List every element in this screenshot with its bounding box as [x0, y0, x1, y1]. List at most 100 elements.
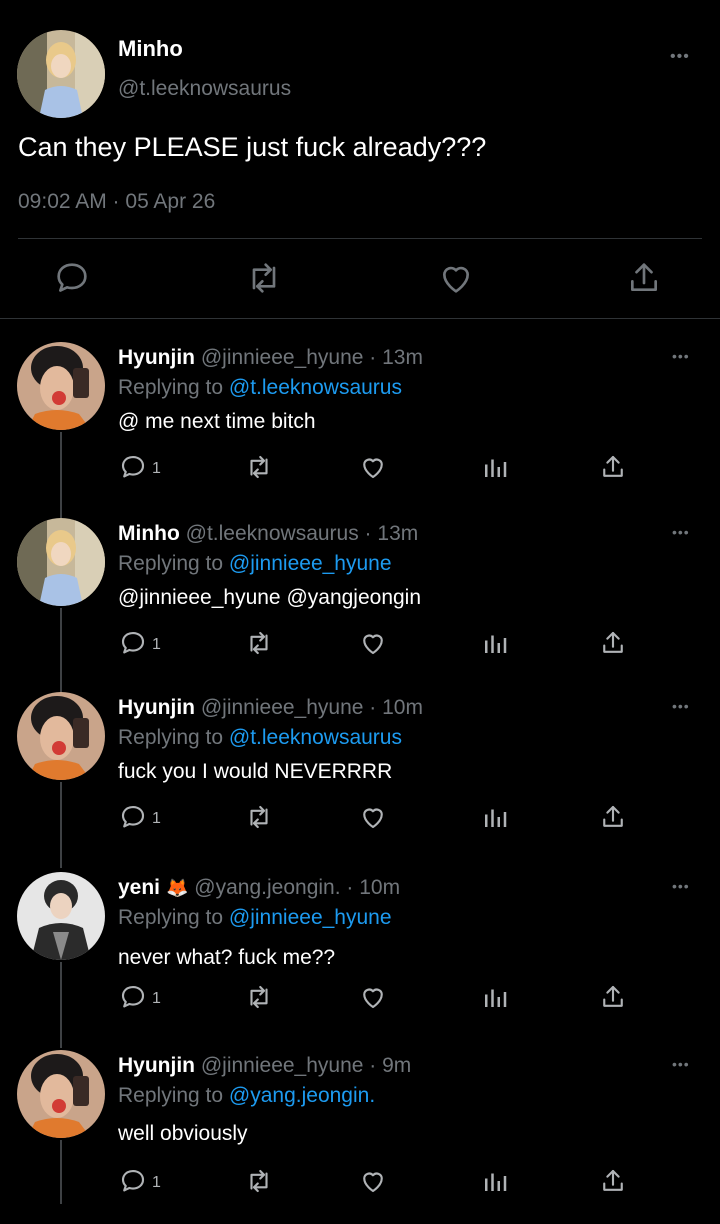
more-icon[interactable]: ••• — [670, 48, 690, 66]
replying-to: Replying to @yang.jeongin. — [118, 1084, 375, 1108]
like-icon[interactable] — [358, 1166, 388, 1196]
reply-count: 1 — [152, 810, 161, 827]
author-name[interactable]: Hyunjin — [118, 696, 195, 719]
reply-text: well obviously — [118, 1122, 248, 1145]
replying-label: Replying to — [118, 552, 229, 575]
analytics-icon[interactable] — [480, 628, 510, 658]
like-icon[interactable] — [358, 802, 388, 832]
tweet-actions: 1 — [0, 452, 720, 486]
author-name[interactable]: Minho — [118, 522, 180, 545]
more-icon[interactable]: ••• — [672, 1056, 690, 1072]
reply-icon[interactable] — [118, 982, 148, 1012]
timestamp[interactable]: 09:02 AM · 05 Apr 26 — [18, 190, 215, 214]
avatar[interactable] — [17, 30, 105, 118]
like-icon[interactable] — [436, 258, 476, 298]
retweet-icon[interactable] — [244, 982, 274, 1012]
reply-icon[interactable] — [52, 258, 92, 298]
list-item[interactable]: Hyunjin @jinnieee_hyune · 9m Replying to… — [0, 1048, 720, 1224]
list-item[interactable]: Hyunjin @jinnieee_hyune · 13m Replying t… — [0, 340, 720, 518]
like-icon[interactable] — [358, 452, 388, 482]
reply-header: Hyunjin @jinnieee_hyune · 9m — [118, 1054, 411, 1078]
analytics-icon[interactable] — [480, 982, 510, 1012]
author-handle[interactable]: @t.leeknowsaurus — [118, 77, 291, 101]
author-meta[interactable]: @t.leeknowsaurus · 13m — [186, 522, 419, 545]
divider — [18, 238, 702, 239]
list-item[interactable]: yeni 🦊 @yang.jeongin. · 10m Replying to @… — [0, 870, 720, 1048]
more-icon[interactable]: ••• — [672, 878, 690, 894]
reply-icon[interactable] — [118, 1166, 148, 1196]
reply-icon[interactable] — [118, 628, 148, 658]
replying-handle[interactable]: @jinnieee_hyune — [229, 552, 392, 575]
share-icon[interactable] — [598, 1166, 628, 1196]
avatar[interactable] — [17, 872, 105, 960]
author-meta[interactable]: @jinnieee_hyune · 9m — [201, 1054, 411, 1077]
reply-header: Minho @t.leeknowsaurus · 13m — [118, 522, 418, 546]
share-icon[interactable] — [598, 628, 628, 658]
tweet-actions: 1 — [0, 802, 720, 836]
replying-label: Replying to — [118, 726, 229, 749]
retweet-icon[interactable] — [244, 1166, 274, 1196]
analytics-icon[interactable] — [480, 452, 510, 482]
replying-to: Replying to @jinnieee_hyune — [118, 906, 392, 930]
tweet-actions: 1 — [0, 1166, 720, 1200]
replying-handle[interactable]: @t.leeknowsaurus — [229, 376, 402, 399]
tweet-actions: 1 — [0, 628, 720, 662]
fox-emoji-icon: 🦊 — [166, 878, 189, 898]
reply-count: 1 — [152, 990, 161, 1007]
avatar[interactable] — [17, 692, 105, 780]
avatar[interactable] — [17, 1050, 105, 1138]
retweet-icon[interactable] — [244, 258, 284, 298]
author-name[interactable]: Hyunjin — [118, 1054, 195, 1077]
share-icon[interactable] — [624, 258, 664, 298]
author-name[interactable]: Minho — [118, 36, 183, 62]
tweet-text: Can they PLEASE just fuck already??? — [18, 132, 487, 162]
reply-text: never what? fuck me?? — [118, 946, 336, 969]
retweet-icon[interactable] — [244, 452, 274, 482]
tweet-actions — [0, 258, 720, 300]
replying-label: Replying to — [118, 1084, 229, 1107]
list-item[interactable]: Minho @t.leeknowsaurus · 13m Replying to… — [0, 516, 720, 694]
reply-icon[interactable] — [118, 452, 148, 482]
reply-header: yeni 🦊 @yang.jeongin. · 10m — [118, 876, 400, 900]
reply-header: Hyunjin @jinnieee_hyune · 10m — [118, 696, 423, 720]
list-item[interactable]: Hyunjin @jinnieee_hyune · 10m Replying t… — [0, 690, 720, 868]
author-meta[interactable]: @jinnieee_hyune · 13m — [201, 346, 423, 369]
analytics-icon[interactable] — [480, 802, 510, 832]
more-icon[interactable]: ••• — [672, 698, 690, 714]
reply-header: Hyunjin @jinnieee_hyune · 13m — [118, 346, 423, 370]
author-name[interactable]: yeni — [118, 876, 160, 899]
replying-label: Replying to — [118, 906, 229, 929]
replying-to: Replying to @t.leeknowsaurus — [118, 726, 402, 750]
more-icon[interactable]: ••• — [672, 524, 690, 540]
reply-icon[interactable] — [118, 802, 148, 832]
share-icon[interactable] — [598, 802, 628, 832]
author-name[interactable]: Hyunjin — [118, 346, 195, 369]
share-icon[interactable] — [598, 982, 628, 1012]
retweet-icon[interactable] — [244, 628, 274, 658]
tweet-actions: 1 — [0, 982, 720, 1016]
reply-count: 1 — [152, 636, 161, 653]
reply-count: 1 — [152, 1174, 161, 1191]
avatar[interactable] — [17, 518, 105, 606]
author-meta[interactable]: @jinnieee_hyune · 10m — [201, 696, 423, 719]
author-meta[interactable]: @yang.jeongin. · 10m — [194, 876, 400, 899]
reply-text: @ me next time bitch — [118, 410, 316, 433]
main-tweet: Minho @t.leeknowsaurus ••• Can they PLEA… — [0, 0, 720, 320]
replying-handle[interactable]: @t.leeknowsaurus — [229, 726, 402, 749]
reply-text: fuck you I would NEVERRRR — [118, 760, 393, 783]
like-icon[interactable] — [358, 628, 388, 658]
more-icon[interactable]: ••• — [672, 348, 690, 364]
replying-to: Replying to @jinnieee_hyune — [118, 552, 392, 576]
replying-to: Replying to @t.leeknowsaurus — [118, 376, 402, 400]
replying-handle[interactable]: @yang.jeongin. — [229, 1084, 375, 1107]
reply-count: 1 — [152, 460, 161, 477]
replying-handle[interactable]: @jinnieee_hyune — [229, 906, 392, 929]
reply-text[interactable]: @jinnieee_hyune @yangjeongin — [118, 586, 421, 610]
retweet-icon[interactable] — [244, 802, 274, 832]
like-icon[interactable] — [358, 982, 388, 1012]
analytics-icon[interactable] — [480, 1166, 510, 1196]
share-icon[interactable] — [598, 452, 628, 482]
replying-label: Replying to — [118, 376, 229, 399]
avatar[interactable] — [17, 342, 105, 430]
divider — [0, 318, 720, 319]
